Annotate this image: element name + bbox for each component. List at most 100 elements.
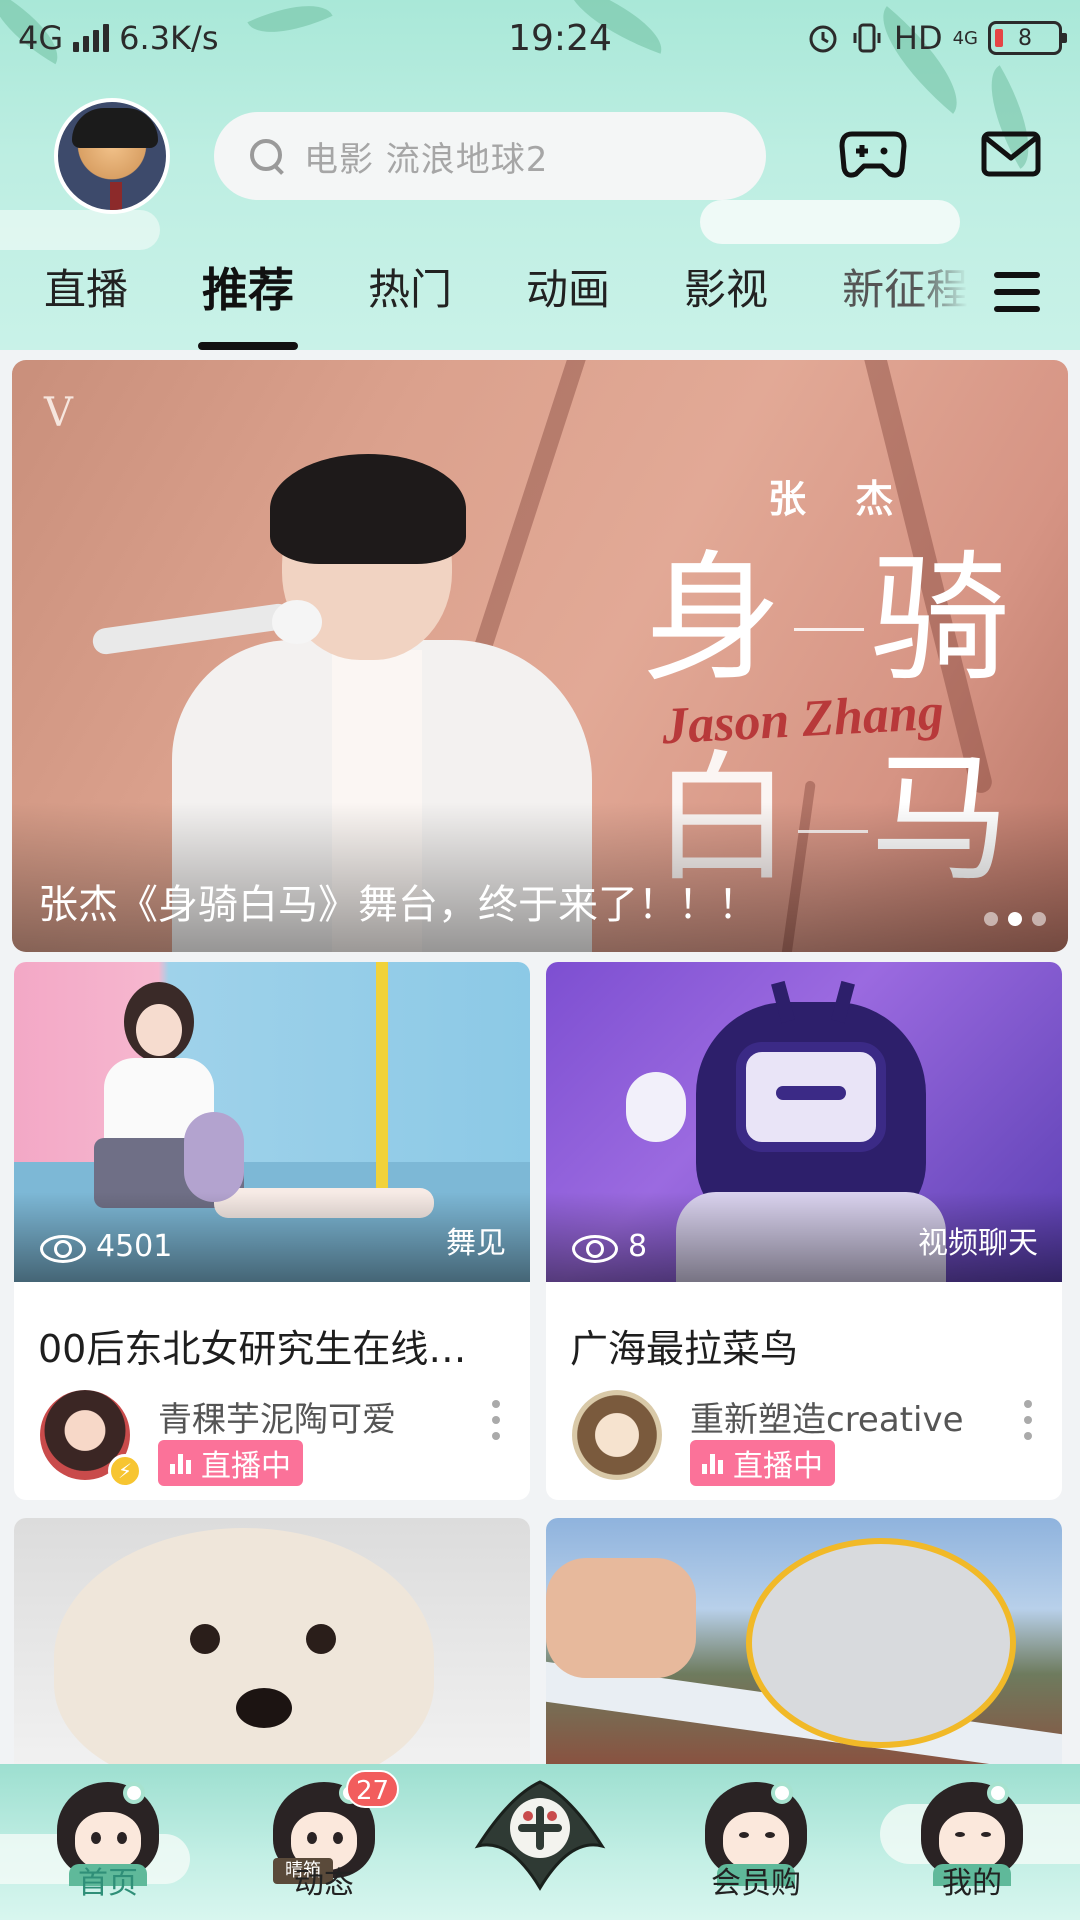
banner-carousel[interactable]: V 张 杰 身 骑 Jason Zhang 白 马 张杰《身骑白马》舞台，终于来… xyxy=(12,360,1068,952)
network-speed: 6.3K/s xyxy=(119,19,219,57)
uploader-name[interactable]: 青稞芋泥陶可爱 xyxy=(158,1392,396,1441)
microphone-head xyxy=(272,600,322,644)
video-card[interactable] xyxy=(546,1518,1062,1778)
video-card[interactable]: 4501 舞见 00后东北女研究生在线… ⚡ 青稞芋泥陶可爱 直播中 xyxy=(14,962,530,1500)
carousel-dot xyxy=(984,912,998,926)
eye-icon xyxy=(40,1233,86,1263)
tab-film[interactable]: 影视 xyxy=(684,250,768,350)
thumb-bubble xyxy=(746,1538,1016,1748)
mail-icon[interactable] xyxy=(980,124,1042,184)
live-bars-icon xyxy=(702,1452,723,1474)
card-thumbnail: 8 视频聊天 xyxy=(546,962,1062,1282)
tab-recommend[interactable]: 推荐 xyxy=(198,250,299,350)
more-icon[interactable] xyxy=(1022,1400,1034,1440)
eye-icon xyxy=(572,1233,618,1263)
thumb-robot-eye xyxy=(776,1086,846,1100)
carousel-dot-active xyxy=(1008,912,1022,926)
nav-vip-shop[interactable]: 会员购 xyxy=(656,1764,856,1920)
view-count-value: 8 xyxy=(628,1229,648,1264)
card-area: 视频聊天 xyxy=(918,1226,1038,1261)
carousel-dots xyxy=(984,912,1046,926)
network-type: 4G xyxy=(18,19,64,57)
notification-badge: 27 xyxy=(346,1770,400,1808)
mascot-eye xyxy=(117,1832,127,1844)
banner-caption: 张杰《身骑白马》舞台，终于来了！！！ xyxy=(38,882,758,928)
mascot-flower xyxy=(987,1782,1009,1804)
lightning-icon: ⚡ xyxy=(108,1454,142,1488)
decor-cloud xyxy=(0,210,160,250)
thumb-girl-face xyxy=(136,1004,182,1056)
live-badge-label: 直播中 xyxy=(201,1449,291,1484)
card-thumbnail: 4501 舞见 xyxy=(14,962,530,1282)
network-small: 4G xyxy=(952,27,978,49)
thumb-dog-eye xyxy=(306,1624,336,1654)
status-left: 4G 6.3K/s xyxy=(18,19,398,57)
video-card[interactable] xyxy=(14,1518,530,1778)
tab-anime[interactable]: 动画 xyxy=(526,250,610,350)
banner-dash xyxy=(794,628,864,631)
nav-dynamic[interactable]: 晴箱 27 动态 xyxy=(224,1764,424,1920)
view-count: 4501 xyxy=(40,1229,172,1264)
alarm-icon xyxy=(809,25,837,53)
mascot-eye xyxy=(333,1832,343,1844)
status-time: 19:24 xyxy=(508,17,612,59)
kite-icon xyxy=(474,1780,606,1891)
signal-icon xyxy=(73,24,110,52)
card-thumbnail xyxy=(546,1518,1062,1778)
live-bars-icon xyxy=(170,1452,191,1474)
thumb-yellow-pole xyxy=(376,962,388,1202)
singer-hair xyxy=(270,454,466,564)
more-icon[interactable] xyxy=(490,1400,502,1440)
battery-icon: 8 xyxy=(988,21,1067,55)
hd-indicator: HD xyxy=(893,19,943,57)
search-placeholder: 电影 流浪地球2 xyxy=(304,139,549,180)
nav-vip-shop-label: 会员购 xyxy=(711,1866,801,1901)
avatar-hair xyxy=(72,108,158,148)
video-card[interactable]: 8 视频聊天 广海最拉菜鸟 重新塑造creative 直播中 xyxy=(546,962,1062,1500)
view-count-value: 4501 xyxy=(96,1229,173,1264)
card-title[interactable]: 00后东北女研究生在线… xyxy=(38,1318,508,1373)
uploader-avatar[interactable] xyxy=(572,1390,662,1480)
vibrate-icon xyxy=(853,23,881,53)
search-bar[interactable]: 电影 流浪地球2 xyxy=(214,112,766,200)
tab-new-journey[interactable]: 新征程 xyxy=(842,250,968,350)
live-badge-label: 直播中 xyxy=(733,1449,823,1484)
live-badge: 直播中 xyxy=(158,1440,303,1486)
tab-live[interactable]: 直播 xyxy=(44,250,128,350)
app-header: 4G 6.3K/s 19:24 HD 4G 8 电影 流浪地球2 直播 推荐 热… xyxy=(0,0,1080,350)
card-area: 舞见 xyxy=(446,1226,506,1261)
banner-logo: V xyxy=(44,390,73,436)
nav-mine[interactable]: 我的 xyxy=(872,1764,1072,1920)
search-icon xyxy=(248,137,286,175)
thumb-plush xyxy=(184,1112,244,1202)
tab-hot[interactable]: 热门 xyxy=(368,250,452,350)
menu-icon[interactable] xyxy=(994,272,1040,312)
thumb-thumb-up xyxy=(546,1558,696,1678)
avatar-tie xyxy=(110,182,122,210)
mascot-flower xyxy=(771,1782,793,1804)
live-badge: 直播中 xyxy=(690,1440,835,1486)
uploader-name[interactable]: 重新塑造creative xyxy=(690,1392,964,1441)
user-avatar[interactable] xyxy=(54,98,170,214)
channel-tabs: 直播 推荐 热门 动画 影视 新征程 xyxy=(0,250,1080,350)
mascot-eye xyxy=(981,1832,991,1837)
thumb-dog-fur xyxy=(54,1528,434,1778)
nav-dynamic-label: 动态 xyxy=(294,1866,354,1901)
card-title[interactable]: 广海最拉菜鸟 xyxy=(570,1318,1040,1373)
view-count: 8 xyxy=(572,1229,647,1264)
nav-publish[interactable] xyxy=(462,1766,618,1916)
mascot-eye xyxy=(765,1832,775,1838)
nav-home[interactable]: 首页 xyxy=(8,1764,208,1920)
gamepad-icon[interactable] xyxy=(838,124,908,184)
nav-home-label: 首页 xyxy=(78,1866,138,1901)
mascot-eye xyxy=(91,1832,101,1844)
nav-mine-label: 我的 xyxy=(942,1866,1002,1901)
banner-char-1: 身 xyxy=(642,538,783,701)
banner-artist: 张 杰 xyxy=(768,477,912,521)
thumb-dog-nose xyxy=(236,1688,292,1728)
status-bar: 4G 6.3K/s 19:24 HD 4G 8 xyxy=(0,0,1080,76)
banner-char-2: 骑 xyxy=(870,538,1011,701)
status-right: HD 4G 8 xyxy=(762,19,1067,57)
bottom-nav: 首页 晴箱 27 动态 会员购 我的 xyxy=(0,1764,1080,1920)
mascot-eye xyxy=(955,1832,965,1837)
